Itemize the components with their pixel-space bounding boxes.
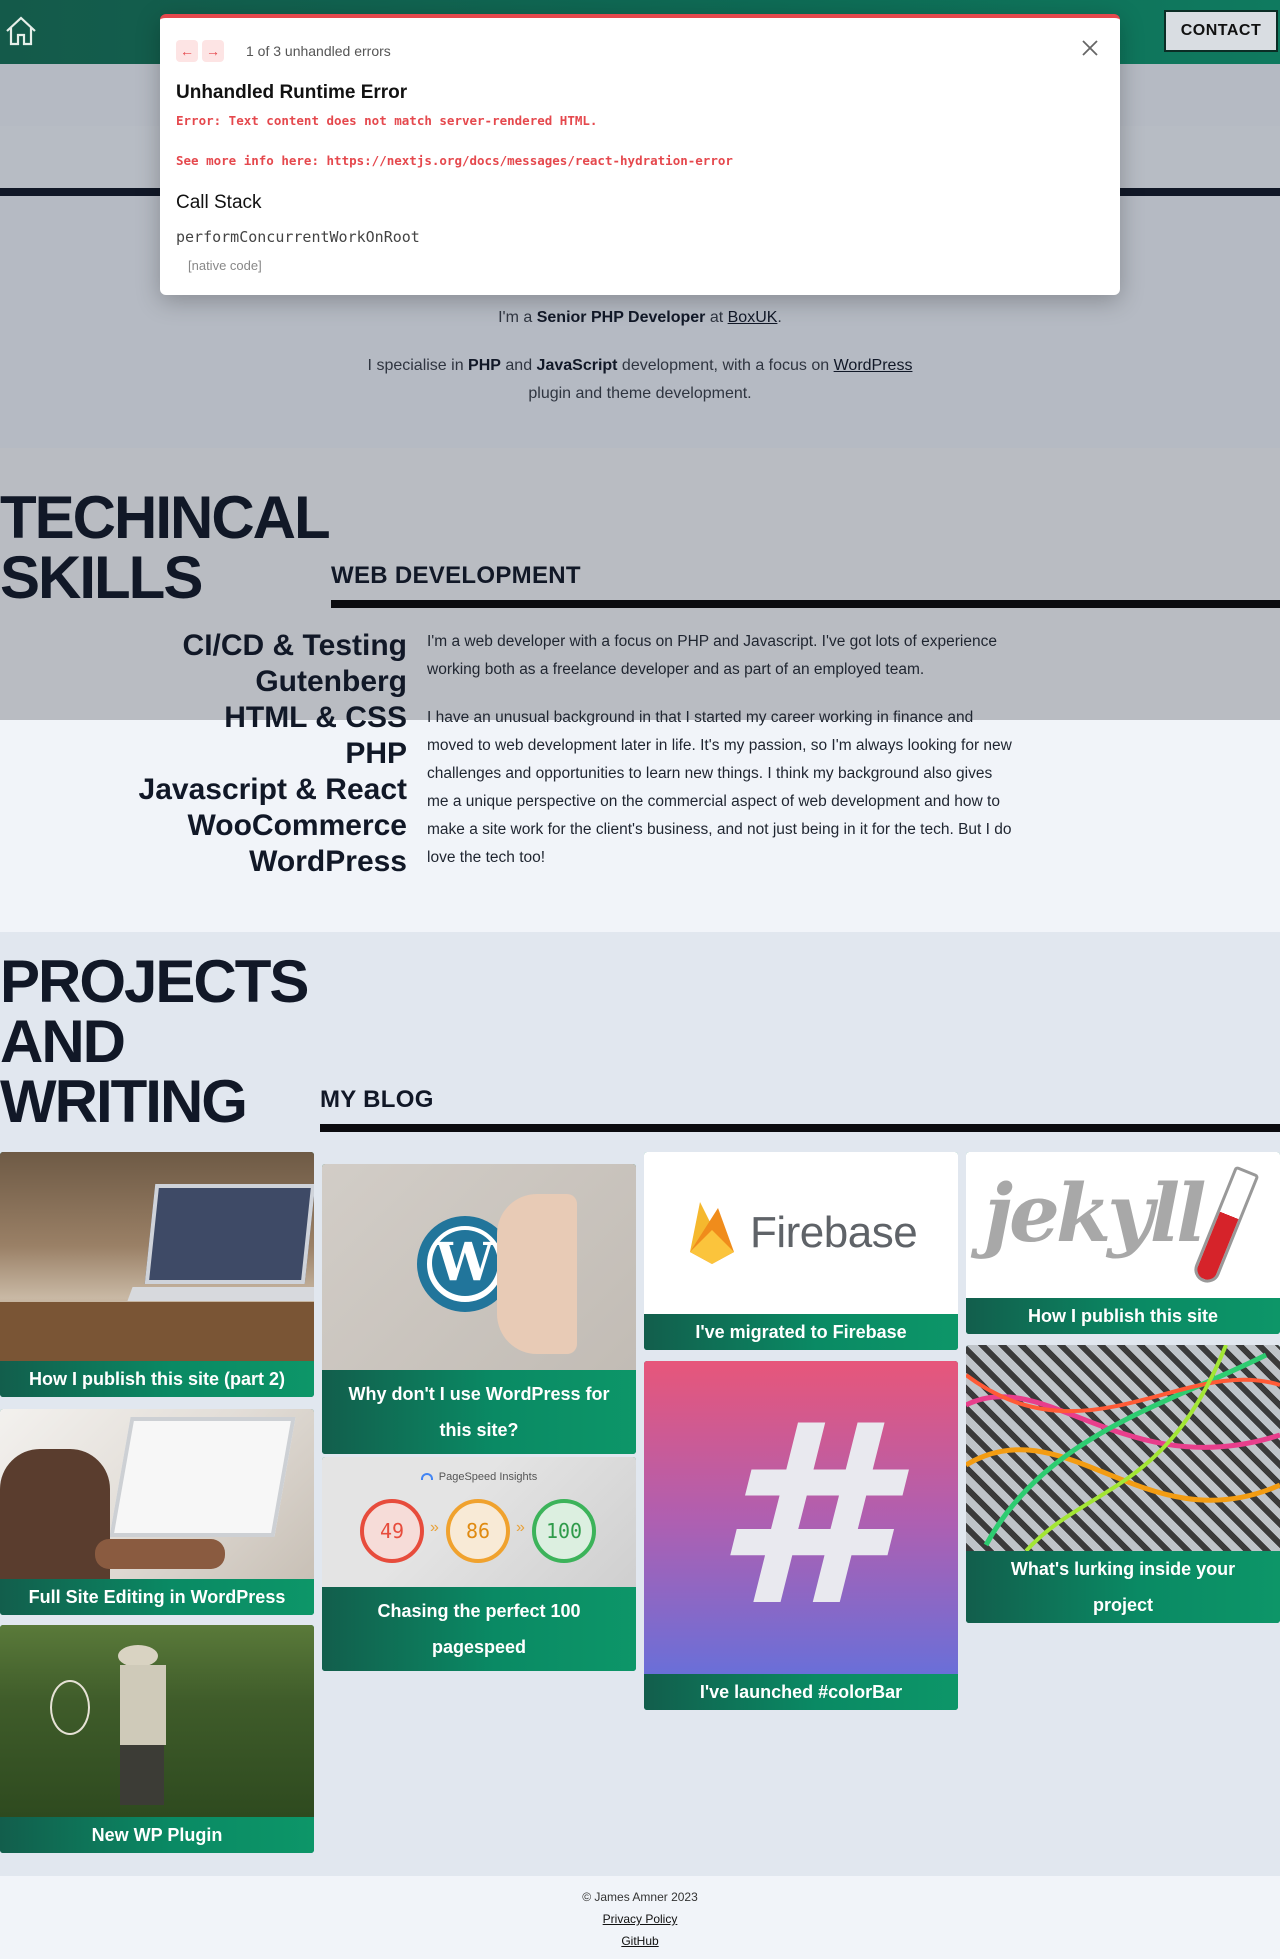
blog-card[interactable]: How I publish this site (part 2) bbox=[0, 1152, 314, 1397]
stack-frame[interactable]: performConcurrentWorkOnRoot bbox=[176, 228, 420, 246]
paragraph: I'm a web developer with a focus on PHP … bbox=[427, 633, 997, 678]
error-message: Error: Text content does not match serve… bbox=[176, 113, 598, 128]
hero-text: at bbox=[705, 309, 728, 326]
blog-card[interactable]: W Why don't I use WordPress for this sit… bbox=[322, 1164, 636, 1454]
projects-heading-line: WRITING bbox=[0, 1068, 248, 1135]
web-development-description: I'm a web developer with a focus on PHP … bbox=[427, 628, 1012, 892]
blog-card-title: What's lurking inside your project bbox=[966, 1551, 1280, 1623]
hero-text: I specialise in bbox=[367, 357, 469, 374]
hero-php: PHP bbox=[468, 357, 501, 374]
hero-role: Senior PHP Developer bbox=[536, 309, 706, 326]
wordpress-logo-image: W bbox=[322, 1164, 636, 1370]
web-development-heading: WEB DEVELOPMENT bbox=[331, 562, 581, 589]
skills-heading-line: TECHINCAL bbox=[0, 484, 331, 551]
blog-card-title: Why don't I use WordPress for this site? bbox=[322, 1370, 636, 1454]
hero-text: . bbox=[777, 309, 782, 326]
blog-card[interactable]: Full Site Editing in WordPress bbox=[0, 1409, 314, 1615]
hero-text: development, with a focus on bbox=[617, 357, 834, 374]
typing-laptop-image bbox=[0, 1409, 314, 1579]
projects-heading: PROJECTS AND WRITING bbox=[0, 948, 309, 1135]
projects-heading-line: AND bbox=[0, 1008, 126, 1075]
call-stack-heading: Call Stack bbox=[176, 192, 262, 213]
field-net-image bbox=[0, 1625, 314, 1817]
hero-javascript: JavaScript bbox=[536, 357, 618, 374]
hero-specialise-line: I specialise in PHP and JavaScript devel… bbox=[0, 352, 1280, 380]
blog-card[interactable]: Firebase I've migrated to Firebase bbox=[644, 1152, 958, 1350]
hero-text: and bbox=[500, 357, 537, 374]
modular-cables-image bbox=[966, 1345, 1280, 1551]
boxuk-link[interactable]: BoxUK bbox=[728, 309, 778, 326]
hash-glyph: # bbox=[714, 1370, 888, 1661]
close-icon[interactable] bbox=[1078, 36, 1102, 60]
blog-card-title: How I publish this site (part 2) bbox=[0, 1361, 314, 1397]
blog-card[interactable]: New WP Plugin bbox=[0, 1625, 314, 1853]
skill-item: CI/CD & Testing bbox=[182, 629, 407, 662]
blog-card[interactable]: jekyll How I publish this site bbox=[966, 1152, 1280, 1334]
error-count: 1 of 3 unhandled errors bbox=[246, 43, 391, 59]
blog-card-title: I've migrated to Firebase bbox=[644, 1314, 958, 1350]
skill-item: Gutenberg bbox=[255, 665, 407, 698]
blog-card[interactable]: PageSpeed Insights 49 » 86 » 100 Chasing… bbox=[322, 1457, 636, 1671]
hero-intro-line: I'm a Senior PHP Developer at BoxUK. bbox=[0, 304, 1280, 332]
firebase-flame-icon bbox=[690, 1202, 734, 1264]
colorbar-hash-image: # bbox=[644, 1361, 958, 1674]
privacy-policy-link[interactable]: Privacy Policy bbox=[603, 1912, 678, 1926]
copyright: © James Amner 2023 bbox=[582, 1890, 698, 1904]
section-rule bbox=[331, 600, 1280, 608]
my-blog-heading: MY BLOG bbox=[320, 1086, 434, 1113]
contact-button[interactable]: CONTACT bbox=[1164, 10, 1278, 52]
score-average: 86 bbox=[446, 1499, 510, 1563]
paragraph: I have an unusual background in that I s… bbox=[427, 709, 1012, 866]
skills-heading-line: SKILLS bbox=[0, 544, 203, 611]
error-more-info: See more info here: https://nextjs.org/d… bbox=[176, 153, 733, 168]
section-rule bbox=[320, 1124, 1280, 1132]
previous-error-button[interactable]: ← bbox=[176, 40, 198, 62]
hero-specialise-line-2: plugin and theme development. bbox=[528, 385, 752, 402]
next-error-button[interactable]: → bbox=[202, 40, 224, 62]
footer: © James Amner 2023 Privacy Policy GitHub bbox=[0, 1876, 1280, 1959]
skills-list: CI/CD & Testing Gutenberg HTML & CSS PHP… bbox=[139, 628, 407, 880]
pagespeed-image: PageSpeed Insights 49 » 86 » 100 bbox=[322, 1457, 636, 1587]
skills-heading: TECHINCAL SKILLS bbox=[0, 484, 331, 611]
skill-item: WordPress bbox=[249, 845, 407, 878]
home-icon[interactable] bbox=[4, 14, 38, 48]
skill-item: WooCommerce bbox=[187, 809, 408, 842]
score-poor: 49 bbox=[360, 1499, 424, 1563]
stack-frame-source: [native code] bbox=[188, 258, 262, 273]
arrow-left-icon: ← bbox=[180, 43, 194, 59]
skill-item: PHP bbox=[345, 737, 407, 770]
score-good: 100 bbox=[532, 1499, 596, 1563]
hero-text: I'm a bbox=[498, 309, 537, 326]
jekyll-wordmark: jekyll bbox=[984, 1166, 1207, 1260]
github-link[interactable]: GitHub bbox=[621, 1934, 658, 1948]
pagespeed-icon bbox=[420, 1473, 433, 1480]
blog-card-title: I've launched #colorBar bbox=[644, 1674, 958, 1710]
firebase-logo-image: Firebase bbox=[644, 1152, 958, 1314]
laptop-desk-image bbox=[0, 1152, 314, 1361]
projects-heading-line: PROJECTS bbox=[0, 948, 309, 1015]
pagespeed-label: PageSpeed Insights bbox=[438, 1471, 538, 1483]
blog-card-title: How I publish this site bbox=[966, 1298, 1280, 1334]
blog-card-title: New WP Plugin bbox=[0, 1817, 314, 1853]
firebase-wordmark: Firebase bbox=[750, 1208, 918, 1257]
blog-card[interactable]: # I've launched #colorBar bbox=[644, 1361, 958, 1710]
jekyll-logo-image: jekyll bbox=[966, 1152, 1280, 1298]
skill-item: Javascript & React bbox=[138, 773, 407, 806]
blog-card-title: Chasing the perfect 100 pagespeed bbox=[322, 1587, 636, 1671]
error-overlay-dialog: ← → 1 of 3 unhandled errors Unhandled Ru… bbox=[160, 14, 1120, 295]
blog-card-title: Full Site Editing in WordPress bbox=[0, 1579, 314, 1615]
arrow-right-icon: → bbox=[206, 43, 220, 59]
blog-card[interactable]: What's lurking inside your project bbox=[966, 1345, 1280, 1623]
error-title: Unhandled Runtime Error bbox=[176, 82, 408, 103]
skill-item: HTML & CSS bbox=[224, 701, 407, 734]
wordpress-link[interactable]: WordPress bbox=[834, 357, 913, 374]
